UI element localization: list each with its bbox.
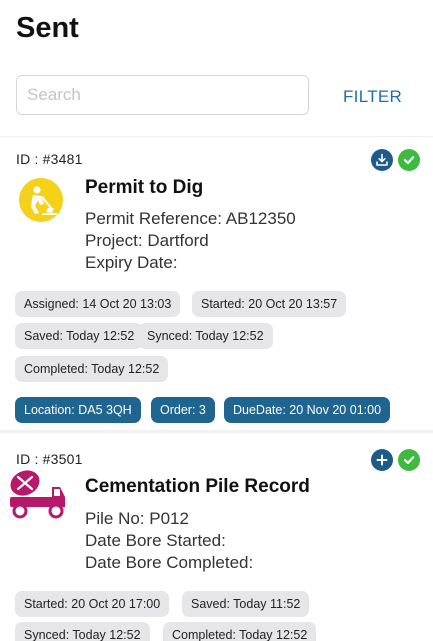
header: Sent FILTER (0, 0, 433, 136)
saved-badge: Saved: Today 12:52 (15, 323, 144, 349)
permit-id: ID : #3481 (16, 151, 83, 167)
permit-id: ID : #3501 (16, 451, 83, 467)
project: Project: Dartford (85, 231, 209, 250)
date-bore-started: Date Bore Started: (85, 531, 226, 550)
started-badge: Started: 20 Oct 20 17:00 (15, 591, 170, 617)
permit-card[interactable]: ID : #3501 Cementation Pile Record Pile … (0, 433, 433, 641)
digging-worker-icon (18, 177, 64, 223)
add-icon[interactable] (371, 449, 393, 471)
synced-badge: Synced: Today 12:52 (138, 323, 273, 349)
date-bore-completed: Date Bore Completed: (85, 553, 254, 572)
synced-badge: Synced: Today 12:52 (15, 622, 150, 641)
check-icon (398, 449, 420, 471)
permit-title: Cementation Pile Record (85, 476, 310, 497)
cement-mixer-truck-icon (8, 469, 66, 521)
location-tag: Location: DA5 3QH (15, 397, 141, 423)
saved-badge: Saved: Today 11:52 (182, 591, 310, 617)
assigned-badge: Assigned: 14 Oct 20 13:03 (15, 291, 181, 317)
expiry-date: Expiry Date: (85, 253, 178, 272)
order-tag: Order: 3 (151, 397, 215, 423)
started-badge: Started: 20 Oct 20 13:57 (192, 291, 347, 317)
due-date-tag: DueDate: 20 Nov 20 01:00 (224, 397, 391, 423)
search-input[interactable] (16, 75, 309, 115)
completed-badge: Completed: Today 12:52 (15, 356, 169, 382)
pile-number: Pile No: P012 (85, 509, 189, 528)
status-icons (371, 449, 420, 471)
page-title: Sent (16, 12, 79, 44)
download-icon[interactable] (371, 149, 393, 171)
permit-reference: Permit Reference: AB12350 (85, 209, 296, 228)
filter-button[interactable]: FILTER (343, 87, 402, 107)
permit-title: Permit to Dig (85, 177, 204, 198)
check-icon (398, 149, 420, 171)
permit-card[interactable]: ID : #3481 Permit to Dig Permit Referenc… (0, 137, 433, 430)
status-icons (371, 149, 420, 171)
completed-badge: Completed: Today 12:52 (163, 622, 317, 641)
